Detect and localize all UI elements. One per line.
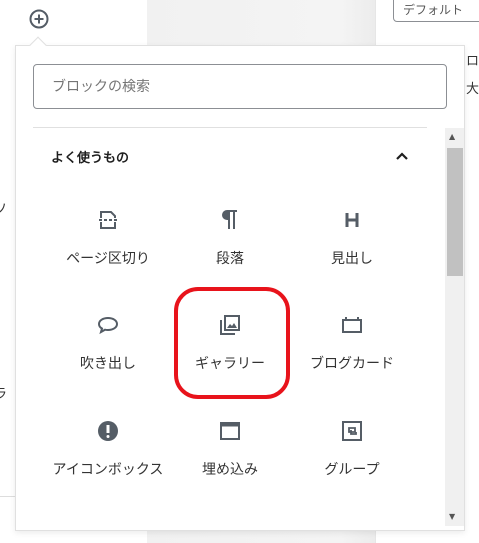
page-break-icon	[99, 211, 117, 229]
sidebar-text: 大	[466, 82, 479, 97]
block-heading[interactable]: 見出し	[291, 208, 413, 270]
category-title[interactable]: よく使うもの	[51, 147, 129, 166]
embed-icon	[220, 422, 240, 440]
block-label: 吹き出し	[80, 356, 136, 372]
scrollbar-thumb[interactable]	[447, 148, 463, 276]
block-label: アイコンボックス	[52, 462, 164, 478]
divider	[33, 127, 427, 128]
block-label: 見出し	[331, 251, 373, 267]
block-label: グループ	[324, 462, 380, 478]
alert-icon	[98, 421, 118, 441]
scroll-down-icon[interactable]: ▼	[449, 512, 455, 521]
block-label: ページ区切り	[66, 251, 150, 267]
block-speech-bubble[interactable]: 吹き出し	[47, 313, 169, 375]
block-label: 埋め込み	[202, 462, 258, 478]
block-page-break[interactable]: ページ区切り	[47, 208, 169, 270]
editor-text: ソ	[0, 202, 8, 217]
block-paragraph[interactable]: 段落	[169, 208, 291, 270]
sidebar-text: ロ	[466, 54, 479, 69]
group-icon	[342, 421, 362, 441]
block-search-input[interactable]	[33, 64, 447, 109]
chevron-up-icon[interactable]	[393, 147, 411, 165]
scroll-up-icon[interactable]: ▲	[449, 132, 455, 141]
block-group[interactable]: グループ	[291, 419, 413, 481]
speech-bubble-icon	[97, 316, 119, 335]
block-label: ブログカード	[310, 356, 394, 372]
style-select[interactable]: デフォルト	[393, 0, 479, 22]
block-icon-box[interactable]: アイコンボックス	[47, 419, 169, 481]
block-blog-card[interactable]: ブログカード	[291, 313, 413, 375]
paragraph-icon	[222, 210, 237, 229]
add-block-icon[interactable]	[28, 8, 50, 30]
block-embed[interactable]: 埋め込み	[169, 419, 291, 481]
block-label: 段落	[216, 251, 244, 267]
editor-text: ラ	[0, 387, 8, 402]
gallery-highlight-annotation	[174, 287, 290, 399]
heading-icon	[345, 213, 359, 227]
blog-card-icon	[342, 317, 362, 333]
